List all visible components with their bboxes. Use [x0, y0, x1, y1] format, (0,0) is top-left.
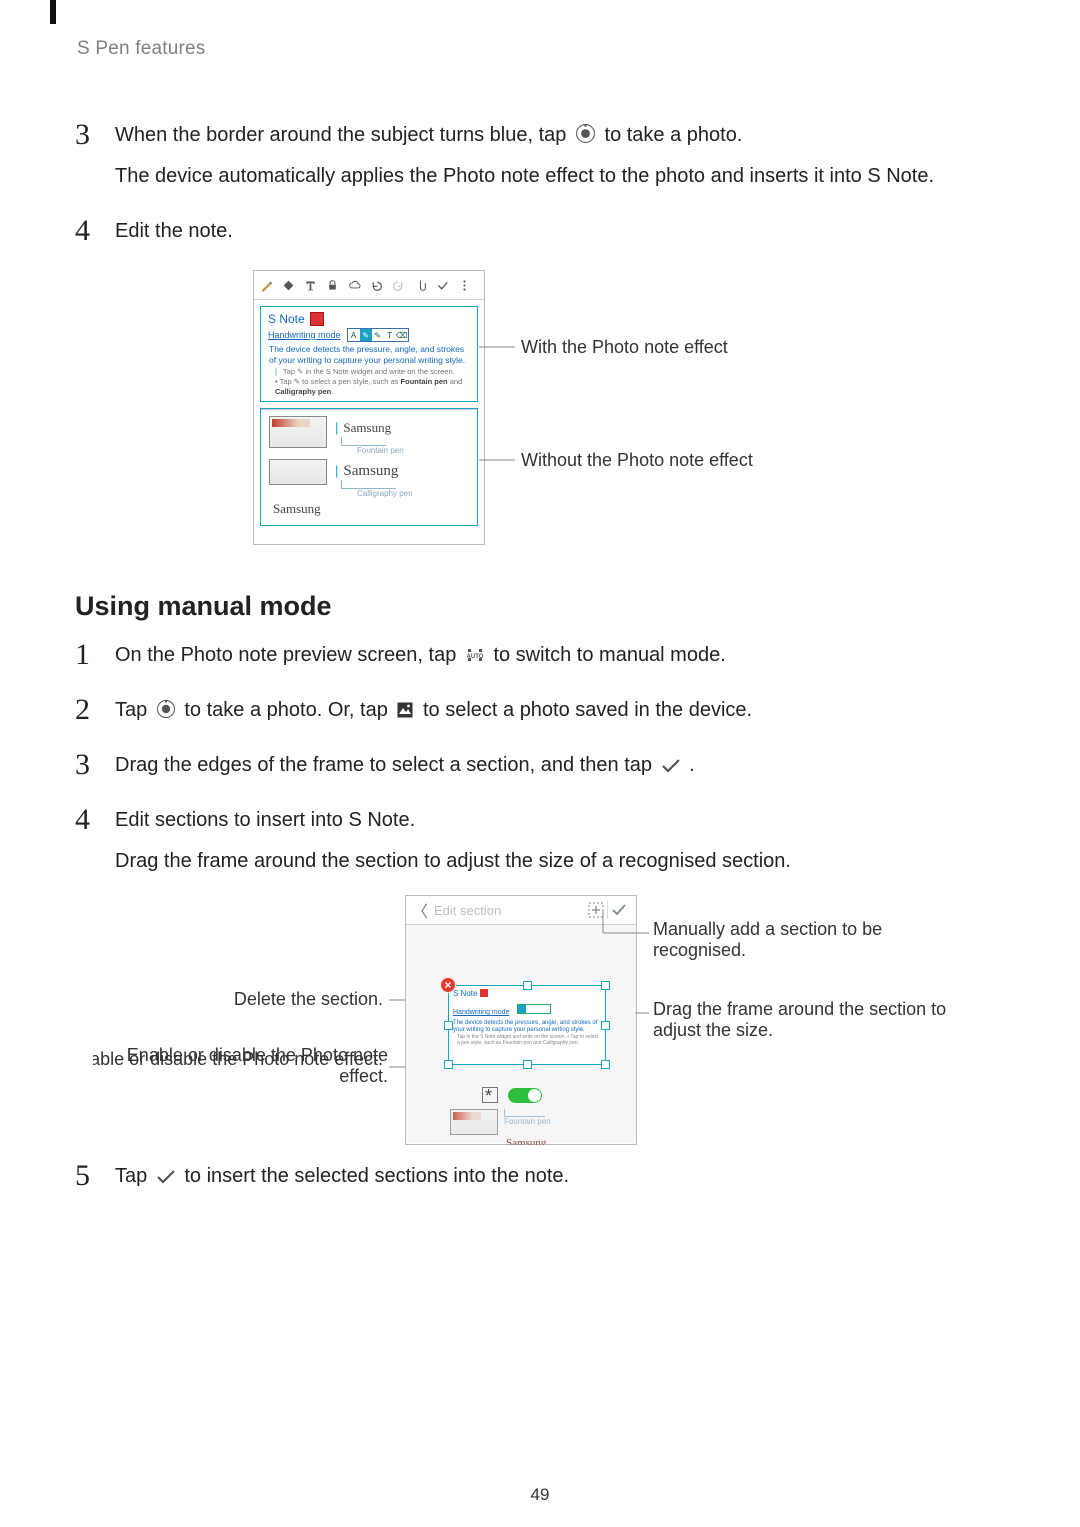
auto-mode-icon: AUTO	[465, 646, 485, 664]
photo-note-effect-icon	[482, 1087, 498, 1103]
sample-writing: Samsung	[273, 501, 469, 517]
fountain-pen-caption: Fountain pen	[357, 446, 404, 455]
step-text: The device automatically applies the Pho…	[115, 161, 1010, 192]
step-text: to insert the selected sections into the…	[184, 1165, 569, 1187]
chapter-title: S Pen features	[77, 38, 1010, 60]
callout-enable-effect: Enable or disable the Photo note effect.	[113, 1045, 388, 1087]
step-number: 2	[75, 695, 97, 725]
camera-shutter-icon	[575, 123, 596, 144]
page-number: 49	[0, 1485, 1080, 1505]
figure-photo-note-effect: S Note Handwriting mode A✎✎T⌫ The device…	[75, 265, 1010, 555]
inner-tip: Tap in the S Note widget and write on th…	[457, 1035, 601, 1047]
thumbnail	[450, 1109, 498, 1135]
step-text: to take a photo.	[605, 124, 743, 146]
check-icon	[661, 758, 681, 774]
step-number: 4	[75, 216, 97, 246]
check-icon	[436, 279, 449, 292]
section-heading: Using manual mode	[75, 591, 1010, 622]
handwriting-mode-label: Handwriting mode	[268, 330, 341, 340]
step-number: 5	[75, 1161, 97, 1191]
fountain-pen-caption: Fountain pen	[504, 1117, 551, 1126]
step-b5: 5 Tap to insert the selected sections in…	[75, 1161, 1010, 1202]
step-text: to select a photo saved in the device.	[423, 699, 752, 721]
more-icon	[458, 279, 471, 292]
step-number: 1	[75, 640, 97, 670]
diamond-icon	[282, 279, 295, 292]
text-tool-icon	[304, 279, 317, 292]
check-icon	[156, 1169, 176, 1185]
hw-description: The device detects the pressure, angle, …	[261, 344, 477, 365]
step-number: 3	[75, 120, 97, 150]
step-b4: 4 Edit sections to insert into S Note. D…	[75, 805, 1010, 887]
thumbnail	[269, 459, 327, 485]
step-text: to take a photo. Or, tap	[184, 699, 393, 721]
calligraphy-pen-caption: Calligraphy pen	[357, 489, 413, 498]
inner-hw-label: Handwriting mode	[453, 1009, 509, 1016]
edit-section-bar: 〈 Edit section	[406, 896, 636, 925]
delete-badge-icon: ×	[440, 977, 456, 993]
hw-tip: | Tap ✎ in the S Note widget and write o…	[261, 365, 477, 400]
snote-toolbar	[254, 271, 484, 300]
step-number: 3	[75, 750, 97, 780]
gallery-icon	[396, 701, 414, 719]
step-text: Drag the edges of the frame to select a …	[115, 754, 658, 776]
step-text: .	[689, 754, 695, 776]
step-text: Edit the note.	[115, 216, 1010, 247]
sample-writing: Samsung	[506, 1137, 616, 1145]
callout-add-section: Manually add a section to be recognised.	[653, 919, 953, 961]
edit-section-title: Edit section	[434, 903, 501, 918]
figure-edit-section: Delete the section. Enable or disable th…	[75, 895, 1010, 1155]
thumbnail	[269, 416, 327, 448]
step-text: Drag the frame around the section to adj…	[115, 846, 1010, 877]
callout-with-effect: With the Photo note effect	[521, 337, 728, 357]
add-section-icon	[585, 901, 607, 919]
done-check-icon	[607, 901, 630, 919]
step-text: When the border around the subject turns…	[115, 124, 572, 146]
inner-snote-label: S Note	[453, 989, 601, 998]
callout-delete-section: Delete the section.	[233, 989, 382, 1009]
sample-writing: Samsung	[343, 420, 391, 435]
inner-desc: The device detects the pressure, angle, …	[453, 1020, 601, 1034]
redo-icon	[392, 279, 405, 292]
step-number: 4	[75, 805, 97, 835]
svg-text:AUTO: AUTO	[466, 654, 483, 660]
step-text: Edit sections to insert into S Note.	[115, 805, 1010, 836]
step-a4: 4 Edit the note.	[75, 216, 1010, 257]
step-text: Tap	[115, 699, 153, 721]
lock-icon	[326, 279, 339, 292]
step-b1: 1 On the Photo note preview screen, tap …	[75, 640, 1010, 681]
divider-icon: |	[335, 463, 338, 478]
step-text: to switch to manual mode.	[493, 644, 725, 666]
snote-title: S Note	[261, 307, 477, 326]
snote-app-icon	[309, 312, 323, 326]
undo-icon	[370, 279, 383, 292]
divider-icon: |	[335, 420, 338, 435]
handwriting-mode-icons: A✎✎T⌫	[346, 328, 408, 342]
callout-without-effect: Without the Photo note effect	[521, 450, 753, 470]
step-text: On the Photo note preview screen, tap	[115, 644, 462, 666]
camera-shutter-icon	[156, 699, 176, 719]
attachment-icon	[414, 279, 427, 292]
sample-writing: Samsung	[343, 463, 398, 479]
pen-icon	[260, 279, 273, 292]
callout-drag-frame: Drag the frame around the section to adj…	[653, 999, 953, 1041]
back-icon: 〈	[412, 898, 428, 922]
header-rule	[50, 0, 56, 24]
step-b3: 3 Drag the edges of the frame to select …	[75, 750, 1010, 791]
cloud-icon	[348, 279, 361, 292]
effect-toggle	[508, 1088, 542, 1103]
step-a3: 3 When the border around the subject tur…	[75, 120, 1010, 202]
step-b2: 2 Tap to take a photo. Or, tap to select…	[75, 695, 1010, 736]
step-text: Tap	[115, 1165, 153, 1187]
tip-bar-icon: |	[275, 367, 277, 376]
